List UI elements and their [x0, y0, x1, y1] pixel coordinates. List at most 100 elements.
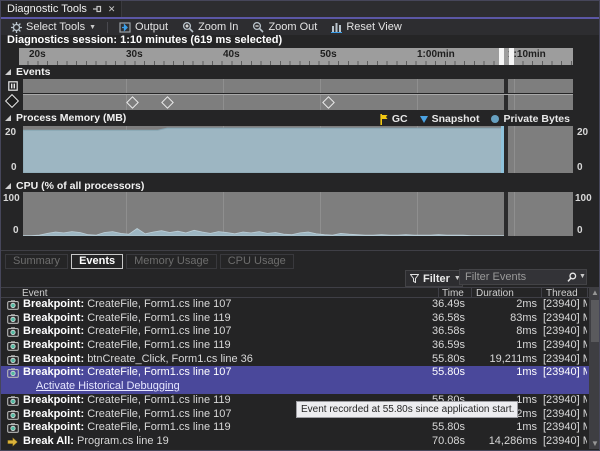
- memory-axis-min-left: 0: [11, 162, 17, 173]
- event-duration: 19,211ms: [467, 353, 537, 367]
- camera-icon: [7, 314, 19, 324]
- event-detail: CreateFile, Form1.cs line 107: [87, 298, 231, 310]
- event-description: Breakpoint: CreateFile, Form1.cs line 11…: [23, 421, 423, 435]
- tab-diagnostic-tools[interactable]: Diagnostic Tools ✕: [1, 1, 122, 17]
- event-thread: [23940] M: [543, 408, 587, 422]
- scroll-up-arrow-icon[interactable]: ▲: [589, 287, 600, 298]
- tab-events[interactable]: Events: [71, 254, 123, 269]
- reset-view-label: Reset View: [346, 21, 401, 33]
- scrollbar-thumb[interactable]: [591, 300, 599, 342]
- chevron-down-icon: ▼: [89, 24, 96, 31]
- reset-view-button[interactable]: Reset View: [326, 20, 406, 34]
- filter-button[interactable]: Filter ▼: [405, 270, 463, 287]
- selection-band: [504, 126, 508, 173]
- cpu-axis-min-left: 0: [13, 225, 19, 236]
- event-time: 36.58s: [401, 325, 465, 339]
- intellitrace-track-icon: [8, 81, 18, 91]
- close-icon[interactable]: ✕: [108, 5, 116, 14]
- detail-tabs: Summary Events Memory Usage CPU Usage: [5, 254, 294, 269]
- event-thread: [23940] M: [543, 353, 587, 367]
- event-prefix: Breakpoint:: [23, 312, 87, 324]
- event-thread: [23940] M: [543, 435, 587, 449]
- event-table-row[interactable]: Breakpoint: btnCreate_Click, Form1.cs li…: [1, 353, 589, 367]
- event-detail: CreateFile, Form1.cs line 119: [87, 312, 230, 324]
- event-time: 36.58s: [401, 312, 465, 326]
- tab-summary[interactable]: Summary: [5, 254, 68, 269]
- memory-section-header[interactable]: Process Memory (MB): [5, 112, 126, 124]
- activate-historical-debugging-link[interactable]: Activate Historical Debugging: [36, 380, 180, 394]
- selection-band: [504, 79, 508, 93]
- cpu-chart[interactable]: [23, 192, 573, 236]
- event-diamond-marker[interactable]: [126, 96, 139, 109]
- legend-private-bytes-label: Private Bytes: [503, 113, 570, 125]
- tab-cpu-usage[interactable]: CPU Usage: [220, 254, 294, 269]
- filter-button-label: Filter: [423, 273, 450, 285]
- selection-handle-left[interactable]: [499, 48, 504, 65]
- memory-chart[interactable]: [23, 126, 573, 173]
- cpu-axis-max-left: 100: [3, 193, 20, 204]
- event-prefix: Breakpoint:: [23, 366, 87, 378]
- event-thread: [23940] M: [543, 366, 587, 380]
- event-diamond-marker[interactable]: [161, 96, 174, 109]
- tick-label: 40s: [223, 49, 240, 60]
- scroll-down-arrow-icon[interactable]: ▼: [589, 438, 600, 449]
- event-table-header: Event Time Duration Thread: [1, 287, 589, 298]
- camera-icon: [7, 327, 19, 337]
- vertical-scrollbar[interactable]: ▲ ▼: [589, 287, 600, 449]
- select-tools-button[interactable]: Select Tools ▼: [6, 20, 101, 34]
- memory-axis-min-right: 0: [577, 162, 583, 173]
- events-section-header[interactable]: Events: [5, 66, 50, 78]
- cpu-area-svg: [23, 192, 573, 236]
- event-thread: [23940] M: [543, 298, 587, 312]
- event-table-row[interactable]: Breakpoint: CreateFile, Form1.cs line 11…: [1, 421, 589, 435]
- event-table-row[interactable]: Breakpoint: CreateFile, Form1.cs line 10…: [1, 366, 589, 380]
- events-track-top[interactable]: [23, 79, 573, 93]
- event-table-row[interactable]: Breakpoint: CreateFile, Form1.cs line 10…: [1, 325, 589, 339]
- search-icon[interactable]: [567, 272, 577, 282]
- event-detail: CreateFile, Form1.cs line 119: [87, 394, 230, 406]
- splitter[interactable]: [1, 250, 599, 251]
- event-duration: 1ms: [467, 339, 537, 353]
- event-detail: CreateFile, Form1.cs line 107: [87, 408, 231, 420]
- cpu-axis-min-right: 0: [577, 225, 583, 236]
- cpu-section-header[interactable]: CPU (% of all processors): [5, 180, 144, 192]
- snapshot-triangle-icon: [420, 116, 428, 123]
- event-table-row[interactable]: Breakpoint: CreateFile, Form1.cs line 10…: [1, 298, 589, 312]
- output-button[interactable]: Output: [114, 20, 173, 34]
- zoom-out-button[interactable]: Zoom Out: [247, 20, 322, 34]
- collapse-triangle-icon: [5, 69, 11, 75]
- event-thread: [23940] M: [543, 312, 587, 326]
- camera-icon: [7, 341, 19, 351]
- funnel-icon: [410, 274, 419, 283]
- chevron-down-icon[interactable]: ▼: [579, 273, 586, 280]
- pin-icon[interactable]: [93, 5, 102, 14]
- ruler-tickmarks: [19, 61, 573, 65]
- tick-label: 30s: [126, 49, 143, 60]
- event-table-row[interactable]: Break All: Program.cs line 19 70.08s 14,…: [1, 435, 589, 449]
- event-detail: CreateFile, Form1.cs line 107: [87, 325, 231, 337]
- event-table-row[interactable]: Breakpoint: CreateFile, Form1.cs line 11…: [1, 339, 589, 353]
- legend-gc: GC: [380, 113, 408, 125]
- event-table-row[interactable]: Breakpoint: CreateFile, Form1.cs line 11…: [1, 312, 589, 326]
- zoom-out-icon: [252, 21, 264, 33]
- diamond-track-icon: [5, 94, 19, 108]
- events-track-markers[interactable]: [23, 94, 573, 110]
- zoom-in-button[interactable]: Zoom In: [177, 20, 243, 34]
- camera-icon: [7, 396, 19, 406]
- memory-legend: GC Snapshot Private Bytes: [380, 113, 570, 125]
- event-diamond-marker[interactable]: [322, 96, 335, 109]
- selection-band: [504, 95, 508, 110]
- tab-memory-usage[interactable]: Memory Usage: [126, 254, 217, 269]
- event-detail: CreateFile, Form1.cs line 119: [87, 421, 230, 433]
- memory-axis-max-right: 20: [577, 127, 588, 138]
- activate-historical-debugging-row[interactable]: Activate Historical Debugging: [1, 380, 589, 394]
- event-time: 55.80s: [401, 421, 465, 435]
- event-thread: [23940] M: [543, 394, 587, 408]
- selection-handle-right[interactable]: [509, 48, 514, 65]
- break-all-arrow-icon: [7, 437, 18, 447]
- event-prefix: Breakpoint:: [23, 298, 87, 310]
- selection-band: [504, 192, 508, 236]
- event-description: Breakpoint: CreateFile, Form1.cs line 10…: [23, 366, 423, 380]
- timeline-ruler[interactable]: 20s30s40s50s1:00min1:10min: [19, 48, 573, 65]
- output-label: Output: [135, 21, 168, 33]
